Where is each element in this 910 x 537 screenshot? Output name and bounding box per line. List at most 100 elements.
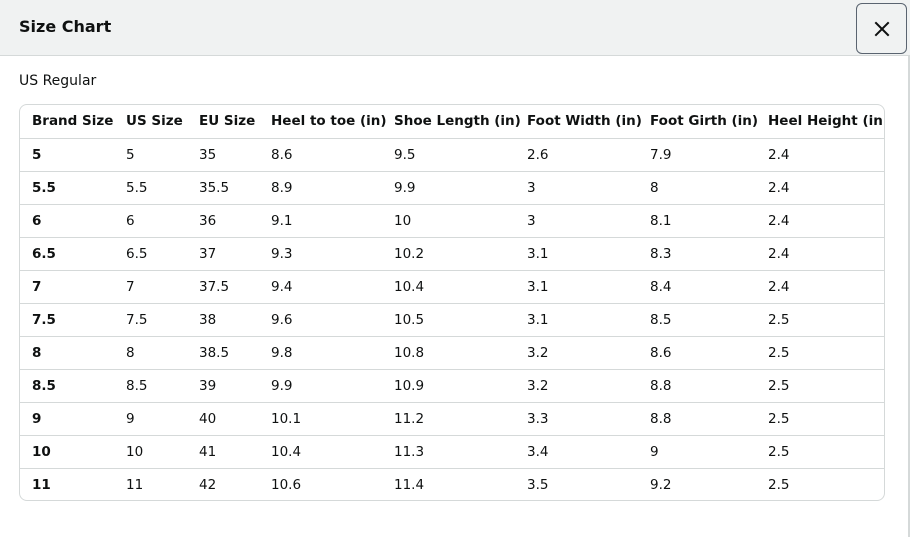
- us-size-cell: 5: [114, 138, 187, 172]
- brand-size-cell: 8: [20, 336, 114, 370]
- shoe-length-cell: 10.5: [382, 303, 515, 337]
- eu-size-cell: 39: [187, 369, 259, 403]
- shoe-length-cell: 10.9: [382, 369, 515, 403]
- shoe-length-cell: 11.3: [382, 435, 515, 469]
- eu-size-cell: 40: [187, 402, 259, 436]
- heel-to-toe-cell: 10.6: [271, 476, 302, 493]
- table-row: 8 8 38.5 9.8 10.8 3.2 8.6 2.5: [20, 336, 884, 370]
- foot-girth-cell: 8.3: [638, 237, 756, 271]
- brand-size-cell: 10: [20, 435, 114, 469]
- foot-girth-cell: 8.6: [638, 336, 756, 370]
- shoe-length-header: Shoe Length (in): [382, 105, 521, 139]
- table-row: 6 6 36 9.1 10 3 8.1 2.4: [20, 204, 884, 238]
- foot-width-cell: 3.1: [515, 303, 638, 337]
- foot-girth-cell: 8.1: [638, 204, 756, 238]
- brand-size-cell: 6: [20, 204, 114, 238]
- heel-to-toe-cell: 9.3: [259, 237, 382, 271]
- us-size-cell: 7.5: [114, 303, 187, 337]
- foot-girth-header: Foot Girth (in): [638, 105, 758, 139]
- us-size-cell: 5.5: [114, 171, 187, 205]
- eu-size-cell: 38.5: [187, 336, 259, 370]
- table-row: 10 10 41 10.4 11.3 3.4 9 2.5: [20, 435, 884, 469]
- heel-to-toe-cell: 9.1: [259, 204, 382, 238]
- heel-to-toe-cell: 8.9: [259, 171, 382, 205]
- foot-width-cell: 2.6: [515, 138, 638, 172]
- table-row: 7 7 37.5 9.4 10.4 3.1 8.4 2.4: [20, 270, 884, 304]
- foot-girth-cell: 8: [638, 171, 756, 205]
- brand-size-cell: 7.5: [20, 303, 114, 337]
- foot-girth-cell: 8.8: [638, 402, 756, 436]
- us-size-cell: 8.5: [114, 369, 187, 403]
- foot-girth-cell: 7.9: [638, 138, 756, 172]
- brand-size-cell: 9: [20, 402, 114, 436]
- close-button[interactable]: [856, 3, 907, 54]
- close-icon: [874, 21, 889, 36]
- heel-height-cell: 2.5: [756, 402, 884, 436]
- eu-size-cell: 37: [187, 237, 259, 271]
- heel-height-cell: 2.4: [756, 270, 884, 304]
- shoe-length-cell: 10.2: [382, 237, 515, 271]
- brand-size-cell: 6.5: [20, 237, 114, 271]
- us-size-header: US Size: [114, 105, 187, 139]
- heel-to-toe-cell: 10.1: [259, 402, 382, 436]
- foot-width-cell: 3.1: [515, 237, 638, 271]
- brand-size-cell: 8.5: [20, 369, 114, 403]
- eu-size-cell: 38: [187, 303, 259, 337]
- table-row: 9 9 40 10.1 11.2 3.3 8.8 2.5: [20, 402, 884, 436]
- eu-size-cell: 35.5: [187, 171, 259, 205]
- eu-size-cell: 41: [187, 435, 259, 469]
- heel-to-toe-header: Heel to toe (in): [259, 105, 387, 139]
- table-row: 5 5 35 8.6 9.5 2.6 7.9 2.4: [20, 138, 884, 172]
- heel-height-cell: 2.5: [756, 369, 884, 403]
- heel-to-toe-cell: 9.9: [259, 369, 382, 403]
- eu-size-cell: 37.5: [187, 270, 259, 304]
- foot-girth-cell: 8.4: [638, 270, 756, 304]
- table-body: 5 5 35 8.6 9.5 2.6 7.9 2.4 5.5 5.5 35.5 8.9 9.9 3 8 2.4…: [20, 138, 884, 500]
- shoe-length-cell: 9.9: [382, 171, 515, 205]
- brand-size-cell: 7: [20, 270, 114, 304]
- brand-size-cell: 5.5: [20, 171, 114, 205]
- brand-size-cell: 11: [32, 476, 51, 493]
- heel-height-cell: 2.5: [756, 435, 884, 469]
- us-size-cell: 6.5: [114, 237, 187, 271]
- brand-size-header: Brand Size: [20, 105, 114, 139]
- us-size-cell: 7: [114, 270, 187, 304]
- foot-width-cell: 3.3: [515, 402, 638, 436]
- eu-size-cell: 35: [187, 138, 259, 172]
- table-row: 11 11 42 10.6 11.4 3.5 9.2 2.5: [20, 468, 884, 500]
- shoe-length-cell: 10.8: [382, 336, 515, 370]
- shoe-length-cell: 11.2: [382, 402, 515, 436]
- foot-width-header: Foot Width (in): [515, 105, 642, 139]
- foot-girth-cell: 9: [638, 435, 756, 469]
- foot-width-cell: 3.2: [515, 369, 638, 403]
- heel-height-cell: 2.5: [756, 336, 884, 370]
- heel-to-toe-cell: 8.6: [259, 138, 382, 172]
- foot-width-cell: 3.5: [527, 476, 549, 493]
- heel-height-header: Heel Height (in): [756, 105, 884, 139]
- heel-height-cell: 2.4: [756, 204, 884, 238]
- modal-title: Size Chart: [19, 17, 112, 36]
- heel-height-cell: 2.5: [768, 476, 790, 493]
- heel-to-toe-cell: 10.4: [259, 435, 382, 469]
- foot-girth-cell: 8.5: [638, 303, 756, 337]
- heel-height-cell: 2.5: [756, 303, 884, 337]
- table-row: 8.5 8.5 39 9.9 10.9 3.2 8.8 2.5: [20, 369, 884, 403]
- foot-width-cell: 3.4: [515, 435, 638, 469]
- us-size-cell: 11: [126, 476, 144, 493]
- foot-width-cell: 3: [515, 204, 638, 238]
- table-header-row: Brand Size US Size EU Size Heel to toe (in)…: [20, 105, 884, 139]
- us-size-cell: 8: [114, 336, 187, 370]
- foot-width-cell: 3: [515, 171, 638, 205]
- us-size-cell: 10: [114, 435, 187, 469]
- size-chart-table: Brand Size US Size EU Size Heel to toe (in)…: [20, 105, 884, 500]
- heel-height-cell: 2.4: [756, 171, 884, 205]
- shoe-length-cell: 11.4: [394, 476, 425, 493]
- shoe-length-cell: 9.5: [382, 138, 515, 172]
- eu-size-cell: 36: [187, 204, 259, 238]
- shoe-length-cell: 10: [382, 204, 515, 238]
- heel-height-cell: 2.4: [756, 138, 884, 172]
- table-row: 7.5 7.5 38 9.6 10.5 3.1 8.5 2.5: [20, 303, 884, 337]
- heel-to-toe-cell: 9.6: [259, 303, 382, 337]
- foot-width-cell: 3.2: [515, 336, 638, 370]
- size-chart-table-container: Brand Size US Size EU Size Heel to toe (in)…: [19, 104, 885, 501]
